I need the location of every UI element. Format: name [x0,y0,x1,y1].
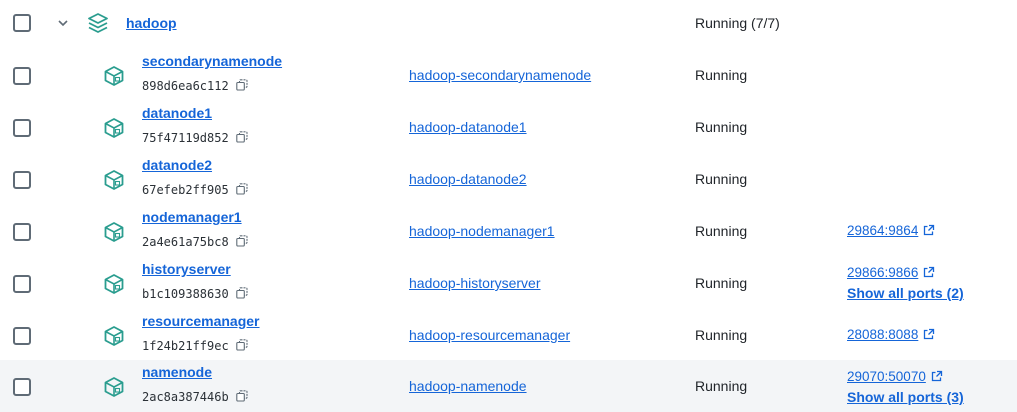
container-cube-icon [104,222,124,242]
image-link[interactable]: hadoop-historyserver [409,275,541,291]
container-cube-icon [104,118,124,138]
image-link[interactable]: hadoop-resourcemanager [409,327,570,343]
port-link[interactable]: 28088:8088 [847,327,935,342]
container-status: Running [695,327,748,343]
container-row: historyserver b1c109388630 hadoop-histor… [0,256,1017,308]
container-id: 75f47119d852 [142,131,248,145]
group-checkbox[interactable] [13,14,31,32]
external-link-icon[interactable] [923,224,935,236]
copy-icon[interactable] [235,131,248,143]
container-name-link[interactable]: nodemanager1 [142,209,242,225]
stack-layers-icon [88,13,108,33]
container-id: b1c109388630 [142,287,248,301]
container-name-link[interactable]: secondarynamenode [142,53,282,69]
container-id: 1f24b21ff9ec [142,339,248,353]
image-link[interactable]: hadoop-datanode2 [409,171,527,187]
container-id-text: 67efeb2ff905 [142,183,229,197]
image-link[interactable]: hadoop-datanode1 [409,119,527,135]
port-link-text[interactable]: 29070:50070 [847,369,926,384]
container-id-text: 898d6ea6c112 [142,79,229,93]
container-cube-icon [104,170,124,190]
container-status: Running [695,378,748,394]
container-status: Running [695,119,748,135]
row-checkbox[interactable] [13,223,31,241]
container-id: 898d6ea6c112 [142,79,248,93]
container-status: Running [695,171,748,187]
group-status: Running (7/7) [695,15,780,31]
image-link[interactable]: hadoop-namenode [409,378,527,394]
container-status: Running [695,275,748,291]
row-checkbox[interactable] [13,171,31,189]
row-checkbox[interactable] [13,275,31,293]
container-row: datanode1 75f47119d852 hadoop-datanode1 … [0,100,1017,152]
container-row: nodemanager1 2a4e61a75bc8 hadoop-nodeman… [0,204,1017,256]
container-name-link[interactable]: namenode [142,364,212,380]
group-row: hadoop Running (7/7) [0,0,1017,46]
port-link[interactable]: 29866:9866 [847,265,935,280]
port-link[interactable]: 29864:9864 [847,223,935,238]
container-id-text: 75f47119d852 [142,131,229,145]
port-link-text[interactable]: 28088:8088 [847,327,918,342]
row-checkbox[interactable] [13,378,31,396]
containers-table: hadoop Running (7/7) secondarynamenode 8… [0,0,1017,412]
copy-icon[interactable] [235,339,248,351]
chevron-down-icon[interactable] [56,16,70,30]
container-id-text: 1f24b21ff9ec [142,339,229,353]
container-id: 67efeb2ff905 [142,183,248,197]
container-row: resourcemanager 1f24b21ff9ec hadoop-reso… [0,308,1017,360]
copy-icon[interactable] [235,287,248,299]
container-row: datanode2 67efeb2ff905 hadoop-datanode2 … [0,152,1017,204]
external-link-icon[interactable] [923,328,935,340]
container-cube-icon [104,66,124,86]
show-all-ports-link[interactable]: Show all ports (2) [847,285,964,301]
row-checkbox[interactable] [13,67,31,85]
external-link-icon[interactable] [923,266,935,278]
container-name-link[interactable]: historyserver [142,261,231,277]
container-id-text: b1c109388630 [142,287,229,301]
copy-icon[interactable] [235,235,248,247]
container-id: 2ac8a387446b [142,390,248,404]
external-link-icon[interactable] [931,370,943,382]
image-link[interactable]: hadoop-secondarynamenode [409,67,591,83]
show-all-ports-link[interactable]: Show all ports (3) [847,389,964,405]
container-row: namenode 2ac8a387446b hadoop-namenode Ru… [0,360,1017,412]
port-link[interactable]: 29070:50070 [847,369,943,384]
container-id-text: 2a4e61a75bc8 [142,235,229,249]
copy-icon[interactable] [235,183,248,195]
container-id: 2a4e61a75bc8 [142,235,248,249]
container-cube-icon [104,274,124,294]
container-cube-icon [104,326,124,346]
container-name-link[interactable]: resourcemanager [142,313,260,329]
row-checkbox[interactable] [13,119,31,137]
container-status: Running [695,67,748,83]
container-cube-icon [104,377,124,397]
container-status: Running [695,223,748,239]
row-checkbox[interactable] [13,327,31,345]
container-row: secondarynamenode 898d6ea6c112 hadoop-se… [0,48,1017,100]
group-name-link[interactable]: hadoop [126,15,177,31]
image-link[interactable]: hadoop-nodemanager1 [409,223,555,239]
container-id-text: 2ac8a387446b [142,390,229,404]
container-name-link[interactable]: datanode1 [142,105,212,121]
copy-icon[interactable] [235,390,248,402]
port-link-text[interactable]: 29866:9866 [847,265,918,280]
container-name-link[interactable]: datanode2 [142,157,212,173]
copy-icon[interactable] [235,79,248,91]
port-link-text[interactable]: 29864:9864 [847,223,918,238]
